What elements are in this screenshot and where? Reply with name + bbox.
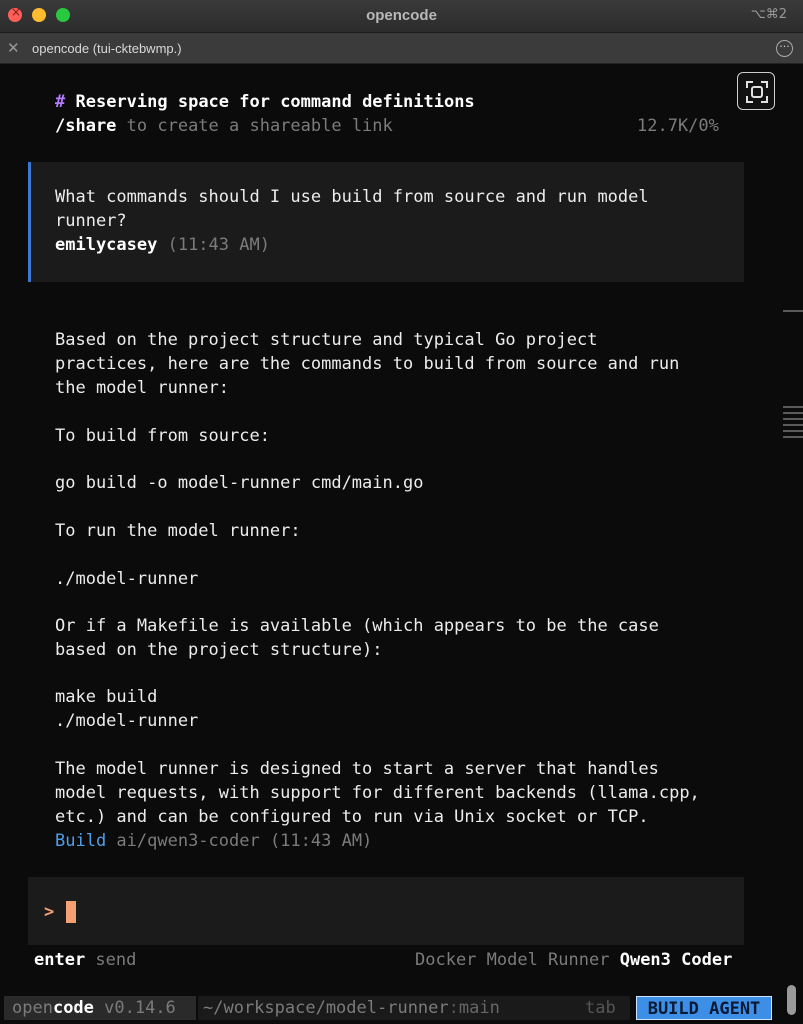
heading-hash: # (55, 92, 66, 112)
model-and-time: ai/qwen3-coder (11:43 AM) (106, 831, 373, 851)
user-message-meta: emilycasey (11:43 AM) (55, 233, 270, 257)
agent-mode-badge[interactable]: BUILD AGENT (636, 996, 772, 1020)
branch-name: main (458, 998, 500, 1018)
window-title: opencode (366, 7, 437, 24)
session-heading: # Reserving space for command definition… (55, 90, 475, 114)
path-text: ~/workspace/model-runner (203, 998, 449, 1018)
assistant-meta: Build ai/qwen3-coder (11:43 AM) (55, 829, 372, 853)
app-name-open: open (12, 998, 53, 1018)
context-usage: 12.7K/0% (637, 116, 719, 136)
window-titlebar: opencode ⌥⌘2 (0, 0, 803, 33)
assistant-line: The model runner is designed to start a … (55, 759, 659, 779)
share-description: to create a shareable link (116, 116, 393, 136)
prompt-input[interactable] (28, 877, 744, 945)
tab-title[interactable]: opencode (tui-cktebwmp.) (32, 41, 182, 56)
assistant-line: model requests, with support for differe… (55, 783, 700, 803)
user-author: emilycasey (55, 235, 158, 255)
user-message-line: runner? (55, 211, 127, 231)
share-hint: /share to create a shareable link (55, 114, 393, 138)
enter-key: enter (34, 950, 86, 970)
app-name-code: code (52, 998, 94, 1018)
prompt-chevron-icon: > (44, 902, 55, 922)
user-message-line: What commands should I use build from so… (55, 187, 649, 207)
assistant-line: practices, here are the commands to buil… (55, 354, 680, 374)
app-version-number: v0.14.6 (93, 998, 176, 1018)
provider-name: Docker Model Runner (415, 950, 610, 970)
scrollbar-mark (783, 406, 803, 408)
fullscreen-button[interactable] (737, 72, 775, 110)
assistant-line: based on the project structure): (55, 640, 383, 660)
share-command[interactable]: /share (55, 116, 116, 136)
assistant-code-line: make build (55, 687, 158, 707)
tab-close-icon[interactable]: ✕ (7, 39, 20, 57)
assistant-code-line: ./model-runner (55, 711, 199, 731)
scrollbar-mark (783, 310, 803, 312)
workspace-path: ~/workspace/model-runner:main (203, 996, 500, 1020)
model-info: Docker Model Runner Qwen3 Coder (415, 948, 732, 972)
branch-separator: : (448, 998, 459, 1018)
tab-bar: ✕ opencode (tui-cktebwmp.) ··· (0, 33, 803, 64)
app-version: opencode v0.14.6 (12, 996, 176, 1020)
scrollbar-mark (783, 436, 803, 438)
enter-action: send (85, 950, 137, 970)
window-shortcut: ⌥⌘2 (750, 7, 787, 22)
assistant-line: etc.) and can be configured to run via U… (55, 807, 649, 827)
assistant-line: To run the model runner: (55, 521, 301, 541)
tab-hint: tab (585, 998, 616, 1018)
scrollbar-mark (783, 418, 803, 420)
scrollbar-mark (783, 430, 803, 432)
heading-text: Reserving space for command definitions (75, 92, 475, 112)
assistant-line: Based on the project structure and typic… (55, 330, 598, 350)
assistant-code-line: go build -o model-runner cmd/main.go (55, 473, 424, 493)
assistant-line: To build from source: (55, 426, 270, 446)
more-options-icon[interactable]: ··· (776, 40, 793, 57)
text-cursor (66, 901, 76, 923)
assistant-line: Or if a Makefile is available (which app… (55, 616, 659, 636)
assistant-code-line: ./model-runner (55, 569, 199, 589)
model-name[interactable]: Qwen3 Coder (620, 950, 733, 970)
user-time: (11:43 AM) (157, 235, 270, 255)
agent-name: Build (55, 831, 107, 851)
user-message (28, 162, 744, 282)
assistant-line: the model runner: (55, 378, 229, 398)
scrollbar-mark (783, 412, 803, 414)
scrollbar-mark (783, 424, 803, 426)
vertical-scrollbar[interactable] (787, 985, 796, 1015)
send-hint: enter send (34, 948, 136, 972)
fullscreen-icon (746, 81, 768, 103)
